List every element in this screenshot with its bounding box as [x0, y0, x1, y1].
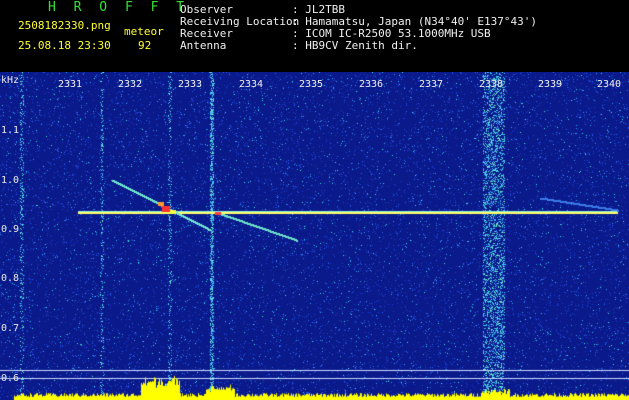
x-tick-2334: 2334 — [239, 79, 264, 90]
x-tick-2335: 2335 — [299, 79, 324, 90]
x-tick-2337: 2337 — [419, 79, 444, 90]
y-tick-0.8: 0.8 — [1, 273, 20, 284]
filename: 2508182330.png — [18, 19, 111, 32]
detection-count: 92 — [138, 39, 152, 52]
y-tick-0.7: 0.7 — [1, 323, 20, 334]
label-antenna: Antenna — [180, 39, 227, 52]
x-tick-2331: 2331 — [58, 79, 83, 90]
x-tick-2339: 2339 — [538, 79, 563, 90]
x-tick-2336: 2336 — [359, 79, 384, 90]
x-tick-2340: 2340 — [597, 79, 622, 90]
mode-label: meteor — [124, 25, 164, 38]
x-tick-2333: 2333 — [178, 79, 203, 90]
value-antenna: : HB9CV Zenith dir. — [292, 39, 418, 52]
datetime: 25.08.18 23:30 — [18, 39, 111, 52]
y-tick-0.6: 0.6 — [1, 373, 20, 384]
y-tick-0.9: 0.9 — [1, 224, 20, 235]
x-tick-2338: 2338 — [479, 79, 504, 90]
app-title: H R O F F T — [48, 0, 190, 15]
y-axis-unit: kHz — [1, 75, 20, 86]
spectrogram-canvas — [0, 72, 629, 400]
y-tick-1.0: 1.0 — [1, 175, 20, 186]
y-tick-1.1: 1.1 — [1, 125, 20, 136]
x-tick-2332: 2332 — [118, 79, 143, 90]
header-panel: H R O F F T 2508182330.png meteor 25.08.… — [0, 0, 629, 72]
